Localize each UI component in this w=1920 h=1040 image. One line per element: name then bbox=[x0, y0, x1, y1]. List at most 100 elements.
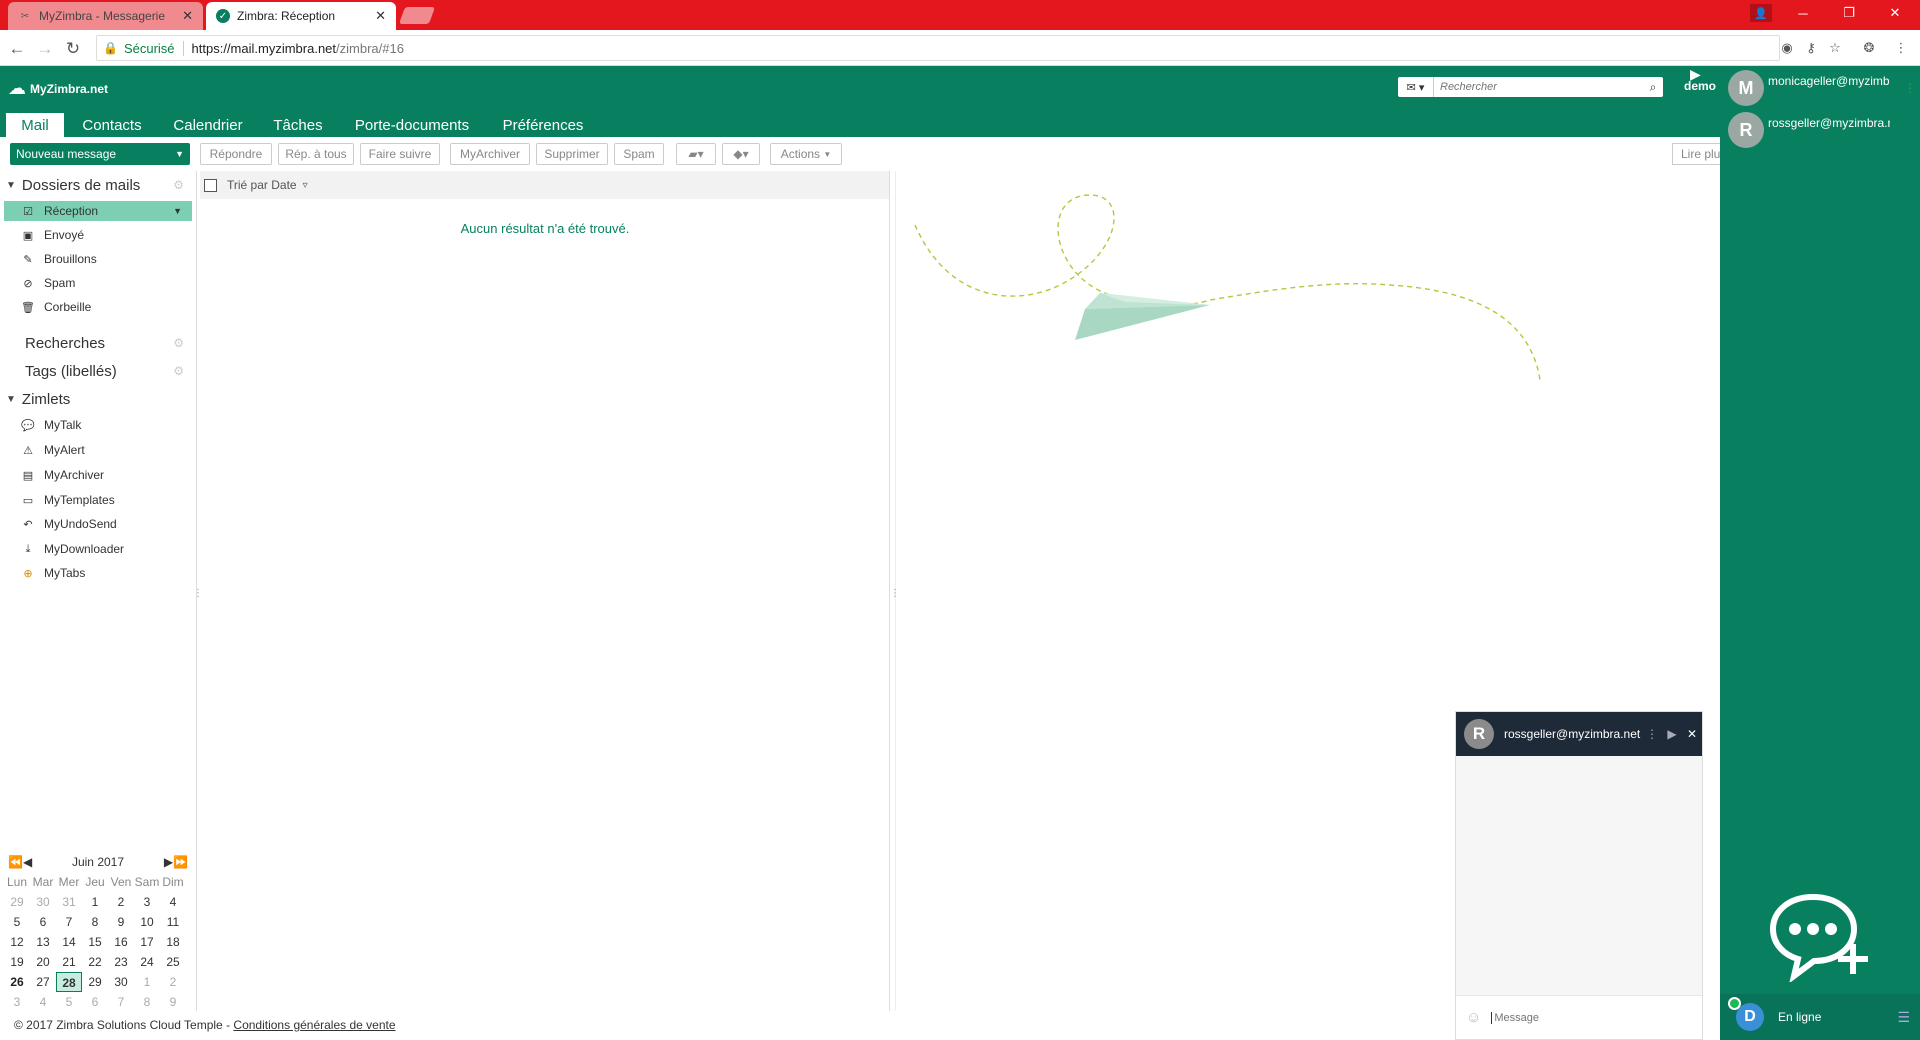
move-folder-button[interactable]: ▰▾ bbox=[676, 143, 716, 165]
collapse-triangle-icon[interactable]: ▼ bbox=[6, 180, 16, 191]
app-logo[interactable]: ☁ MyZimbra.net bbox=[8, 78, 108, 99]
chat-message-input[interactable] bbox=[1491, 1011, 1672, 1024]
calendar-day[interactable]: 13 bbox=[30, 932, 56, 952]
chat-contact-item[interactable]: M monicageller@myzimbra.net ⋮ bbox=[1728, 69, 1918, 107]
new-message-button[interactable]: Nouveau message ▼ bbox=[10, 143, 190, 165]
tab-briefcase[interactable]: Porte-documents bbox=[346, 113, 478, 137]
sort-label[interactable]: Trié par Date bbox=[227, 178, 297, 192]
spam-button[interactable]: Spam bbox=[614, 143, 664, 165]
expand-arrow-icon[interactable]: ▶ bbox=[1690, 66, 1720, 86]
tab-mail[interactable]: Mail bbox=[6, 113, 64, 137]
calendar-day[interactable]: 29 bbox=[82, 972, 108, 992]
search-type-select[interactable]: ✉ ▾ bbox=[1398, 77, 1434, 97]
close-icon[interactable]: ✕ bbox=[1682, 727, 1702, 741]
search-icon[interactable]: ⌕ bbox=[1643, 80, 1663, 95]
terms-link[interactable]: Conditions générales de vente bbox=[233, 1018, 395, 1032]
avatar[interactable]: D bbox=[1728, 997, 1764, 1031]
calendar-day[interactable]: 5 bbox=[56, 992, 82, 1012]
calendar-day[interactable]: 6 bbox=[30, 912, 56, 932]
forward-button[interactable]: Faire suivre bbox=[360, 143, 440, 165]
calendar-day[interactable]: 5 bbox=[4, 912, 30, 932]
status-label[interactable]: En ligne bbox=[1778, 1010, 1897, 1024]
key-icon[interactable]: ⚷ bbox=[1802, 39, 1820, 57]
folder-corbeille[interactable]: 🗑 Corbeille bbox=[4, 297, 192, 317]
folder-spam[interactable]: ⊘ Spam bbox=[4, 273, 192, 293]
calendar-day[interactable]: 10 bbox=[134, 912, 160, 932]
gear-icon[interactable]: ⚙ bbox=[173, 336, 184, 350]
calendar-day[interactable]: 26 bbox=[4, 972, 30, 992]
calendar-day[interactable]: 4 bbox=[30, 992, 56, 1012]
calendar-day[interactable]: 8 bbox=[134, 992, 160, 1012]
chat-window-header[interactable]: R rossgeller@myzimbra.net ⋮ ▶ ✕ bbox=[1456, 712, 1702, 756]
zimlet-myarchiver[interactable]: ▤ MyArchiver bbox=[4, 465, 192, 485]
calendar-day[interactable]: 28 bbox=[56, 972, 82, 992]
profile-icon[interactable]: 👤 bbox=[1738, 0, 1784, 26]
calendar-day[interactable]: 12 bbox=[4, 932, 30, 952]
calendar-day[interactable]: 16 bbox=[108, 932, 134, 952]
chat-contact-item[interactable]: R rossgeller@myzimbra.net bbox=[1728, 111, 1918, 149]
tab-calendar[interactable]: Calendrier bbox=[166, 113, 250, 137]
searches-section-header[interactable]: Recherches ⚙ bbox=[6, 333, 190, 353]
browser-tab-myzimbra[interactable]: ✂ MyZimbra - Messagerie ✕ bbox=[8, 2, 203, 30]
calendar-day[interactable]: 7 bbox=[108, 992, 134, 1012]
zimlets-section-header[interactable]: ▼ Zimlets bbox=[6, 389, 190, 409]
browser-tab-zimbra-reception[interactable]: ✓ Zimbra: Réception ✕ bbox=[206, 2, 396, 30]
close-tab-icon[interactable]: ✕ bbox=[182, 8, 193, 24]
reload-icon[interactable]: ↻ bbox=[62, 38, 84, 60]
more-vertical-icon[interactable]: ⋮ bbox=[1904, 81, 1916, 95]
calendar-day[interactable]: 11 bbox=[160, 912, 186, 932]
tags-section-header[interactable]: Tags (libellés) ⚙ bbox=[6, 361, 190, 381]
extension-icon[interactable]: ❂ bbox=[1860, 39, 1878, 57]
reply-button[interactable]: Répondre bbox=[200, 143, 272, 165]
calendar-day[interactable]: 15 bbox=[82, 932, 108, 952]
zimlet-mydownloader[interactable]: ⤓ MyDownloader bbox=[4, 539, 192, 559]
calendar-day[interactable]: 20 bbox=[30, 952, 56, 972]
prev-year-icon[interactable]: ⏪ bbox=[8, 855, 23, 869]
close-window-icon[interactable]: ✕ bbox=[1872, 0, 1918, 26]
calendar-day[interactable]: 29 bbox=[4, 892, 30, 912]
zimlet-myalert[interactable]: ⚠ MyAlert bbox=[4, 440, 192, 460]
menu-dots-icon[interactable]: ⋮ bbox=[1892, 39, 1910, 57]
calendar-day[interactable]: 27 bbox=[30, 972, 56, 992]
calendar-day[interactable]: 7 bbox=[56, 912, 82, 932]
url-field[interactable]: 🔒 Sécurisé https://mail.myzimbra.net /zi… bbox=[96, 35, 1780, 61]
gear-icon[interactable]: ⚙ bbox=[173, 364, 184, 378]
video-call-icon[interactable]: ▶ bbox=[1662, 727, 1682, 741]
dropdown-caret-icon[interactable]: ▼ bbox=[173, 206, 182, 216]
calendar-day[interactable]: 30 bbox=[30, 892, 56, 912]
tag-button[interactable]: ◆▾ bbox=[722, 143, 760, 165]
calendar-day[interactable]: 3 bbox=[134, 892, 160, 912]
calendar-day[interactable]: 1 bbox=[134, 972, 160, 992]
reply-all-button[interactable]: Rép. à tous bbox=[278, 143, 354, 165]
calendar-day[interactable]: 22 bbox=[82, 952, 108, 972]
delete-button[interactable]: Supprimer bbox=[536, 143, 608, 165]
zimlet-myundosend[interactable]: ↶ MyUndoSend bbox=[4, 514, 192, 534]
prev-month-icon[interactable]: ◀ bbox=[23, 855, 32, 869]
restore-icon[interactable]: ❐ bbox=[1826, 0, 1872, 26]
search-input[interactable] bbox=[1434, 81, 1643, 93]
zimlet-mytalk[interactable]: 💬 MyTalk bbox=[4, 415, 192, 435]
tab-preferences[interactable]: Préférences bbox=[496, 113, 590, 137]
collapse-triangle-icon[interactable]: ▼ bbox=[6, 394, 16, 405]
next-year-icon[interactable]: ⏩ bbox=[173, 855, 188, 869]
more-vertical-icon[interactable]: ⋮ bbox=[1642, 727, 1662, 741]
calendar-day[interactable]: 9 bbox=[160, 992, 186, 1012]
calendar-day[interactable]: 24 bbox=[134, 952, 160, 972]
myarchiver-button[interactable]: MyArchiver bbox=[450, 143, 530, 165]
close-tab-icon[interactable]: ✕ bbox=[375, 8, 386, 24]
calendar-day[interactable]: 3 bbox=[4, 992, 30, 1012]
calendar-day[interactable]: 21 bbox=[56, 952, 82, 972]
calendar-day[interactable]: 8 bbox=[82, 912, 108, 932]
actions-button[interactable]: Actions ▼ bbox=[770, 143, 842, 165]
calendar-day[interactable]: 6 bbox=[82, 992, 108, 1012]
folder-reception[interactable]: ☑ Réception ▼ bbox=[4, 201, 192, 221]
hamburger-menu-icon[interactable]: ☰ bbox=[1897, 1009, 1910, 1026]
star-icon[interactable]: ☆ bbox=[1826, 39, 1844, 57]
back-arrow-icon[interactable]: ← bbox=[6, 38, 28, 60]
new-chat-icon[interactable] bbox=[1768, 892, 1878, 982]
calendar-day[interactable]: 2 bbox=[108, 892, 134, 912]
zimlet-mytabs[interactable]: ⊕ MyTabs bbox=[4, 563, 192, 583]
next-month-icon[interactable]: ▶ bbox=[164, 855, 173, 869]
sort-arrow-icon[interactable]: ▿ bbox=[303, 180, 308, 191]
forward-arrow-icon[interactable]: → bbox=[34, 38, 56, 60]
